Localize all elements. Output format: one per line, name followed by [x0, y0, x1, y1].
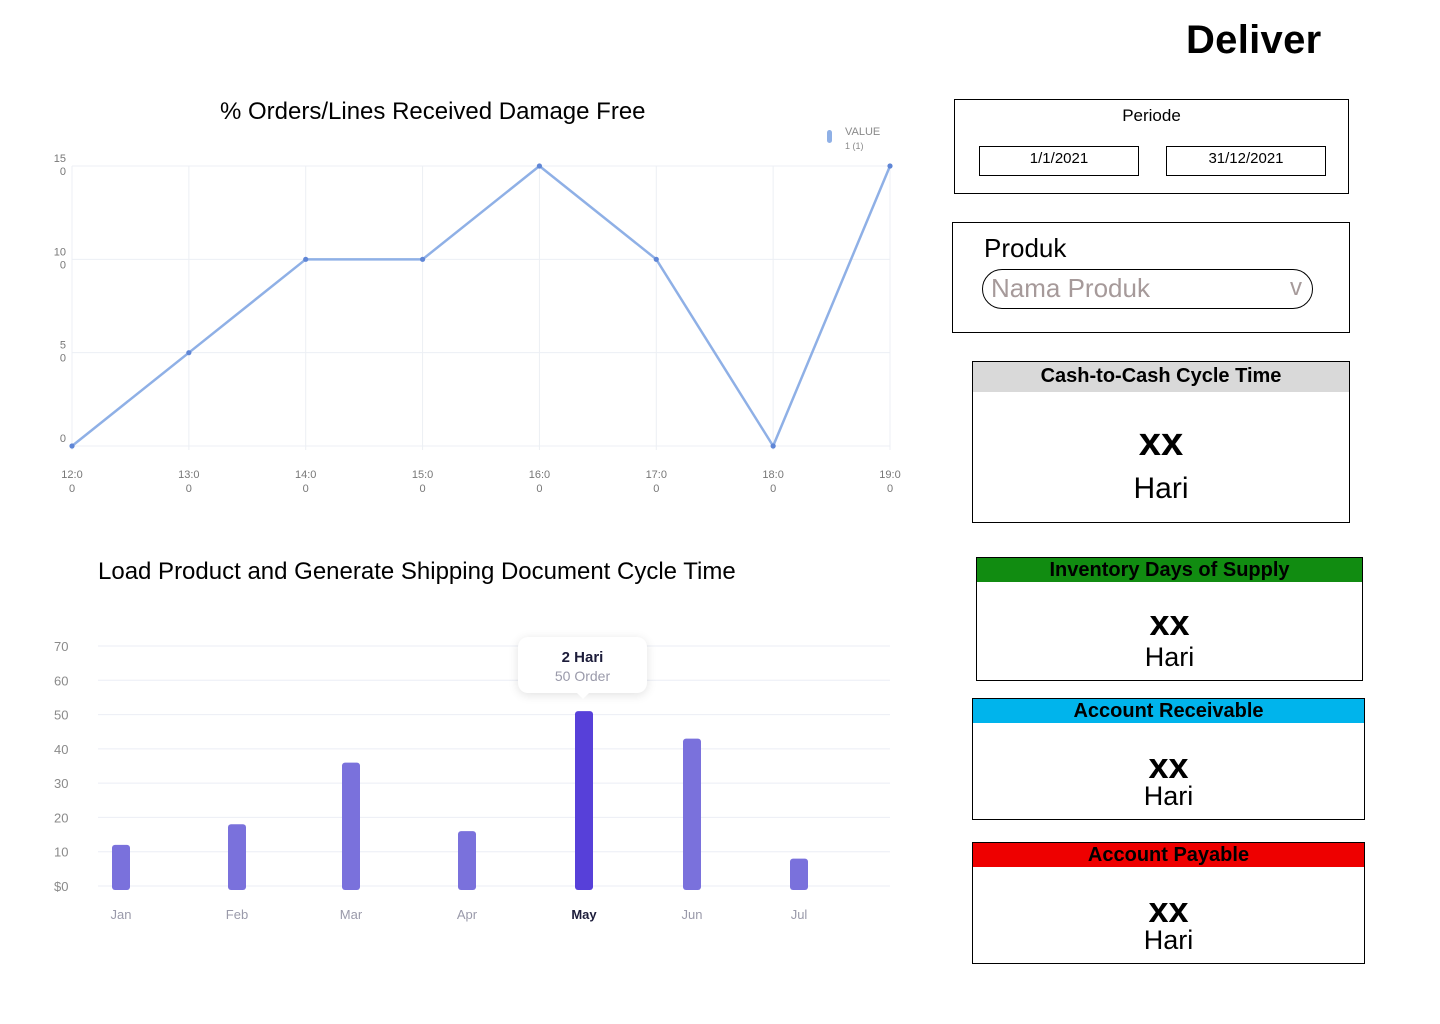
line-legend-marker: [827, 130, 832, 143]
bar-y-tick-label: 30: [54, 776, 68, 791]
line-legend-sub: 1 (1): [845, 141, 864, 151]
line-x-tick-label: 0: [420, 483, 426, 495]
line-x-tick-label: 0: [653, 483, 659, 495]
tooltip-value: 2 Hari: [561, 649, 604, 666]
metric-value: xx: [1149, 602, 1190, 643]
line-x-tick-label: 17:0: [646, 469, 667, 481]
metric-title: Account Payable: [973, 843, 1364, 867]
line-point: [186, 350, 192, 356]
bar-y-tick-label: 20: [54, 810, 68, 825]
bar-jul: [790, 858, 808, 890]
start-date-field[interactable]: 1/1/2021: [979, 146, 1139, 176]
line-chart: 05010015012:0013:0014:0015:0016:0017:001…: [54, 126, 901, 495]
metric-card-account-receivable: Account Receivable xx Hari: [972, 698, 1365, 820]
bar-x-tick-label: May: [571, 907, 597, 922]
metric-unit: Hari: [1133, 472, 1189, 505]
bar-x-tick-label: Jan: [111, 907, 132, 922]
line-point: [887, 163, 893, 169]
line-series-value: [71, 164, 892, 449]
line-x-tick-label: 16:0: [529, 469, 550, 481]
bar-mar: [342, 762, 360, 890]
bar-y-tick-label: 70: [54, 639, 68, 654]
metric-unit: Hari: [1143, 781, 1194, 811]
bar-apr: [458, 831, 476, 890]
line-point: [419, 256, 426, 262]
line-x-tick-label: 12:0: [61, 469, 82, 481]
bar-x-tick-label: Jun: [682, 907, 703, 922]
periode-filter: Periode 1/1/2021 31/12/2021: [954, 99, 1349, 194]
bar-jun: [683, 738, 701, 890]
metric-unit: Hari: [1144, 642, 1195, 672]
line-x-tick-label: 0: [303, 483, 309, 495]
bar-y-tick-label: 40: [54, 742, 68, 757]
metric-unit: Hari: [1143, 925, 1194, 955]
chevron-down-icon: v: [1290, 274, 1302, 301]
bar-y-tick-label: 60: [54, 673, 68, 688]
line-y-tick-label: 15: [54, 153, 66, 165]
metric-title: Cash-to-Cash Cycle Time: [973, 362, 1349, 392]
metric-card-cash-to-cash: Cash-to-Cash Cycle Time xx Hari: [972, 361, 1350, 523]
metric-value: xx: [1138, 420, 1184, 464]
bar-y-tick-label: 10: [54, 845, 68, 860]
end-date-field[interactable]: 31/12/2021: [1166, 146, 1326, 176]
line-x-tick-label: 0: [770, 483, 776, 495]
tooltip-detail: 50 Order: [554, 668, 611, 684]
bar-chart-title: Load Product and Generate Shipping Docum…: [98, 558, 736, 585]
line-x-tick-label: 0: [536, 483, 542, 495]
line-x-tick-label: 15:0: [412, 469, 433, 481]
produk-filter: Produk Nama Produk v: [952, 222, 1350, 333]
line-y-tick-label: 10: [54, 246, 66, 258]
produk-placeholder: Nama Produk: [991, 273, 1150, 303]
bar-feb: [228, 824, 246, 890]
bar-may: [575, 711, 593, 890]
metric-card-account-payable: Account Payable xx Hari: [972, 842, 1365, 964]
line-x-tick-label: 18:0: [762, 469, 783, 481]
page-title: Deliver: [1186, 18, 1322, 62]
line-point: [536, 163, 543, 169]
line-x-tick-label: 14:0: [295, 469, 316, 481]
line-x-tick-label: 0: [887, 483, 893, 495]
bar-x-tick-label: Apr: [457, 907, 478, 922]
line-x-tick-label: 0: [186, 483, 192, 495]
line-y-tick-label: 0: [60, 166, 66, 178]
produk-label: Produk: [984, 233, 1067, 263]
periode-label: Periode: [1122, 106, 1181, 125]
line-x-tick-label: 0: [69, 483, 75, 495]
bar-tooltip: 2 Hari 50 Order: [518, 637, 647, 699]
line-legend-label: VALUE: [845, 126, 880, 138]
bar-y-tick-label: 50: [54, 708, 68, 723]
line-x-tick-label: 13:0: [178, 469, 199, 481]
line-x-tick-label: 19:0: [879, 469, 900, 481]
line-y-tick-label: 5: [60, 340, 66, 352]
line-point: [69, 443, 75, 449]
line-point: [770, 443, 776, 449]
produk-select[interactable]: Nama Produk v: [982, 269, 1313, 309]
line-point: [653, 256, 659, 262]
bar-x-tick-label: Jul: [791, 907, 808, 922]
line-y-tick-label: 0: [60, 259, 66, 271]
bar-x-tick-label: Feb: [226, 907, 248, 922]
metric-title: Account Receivable: [973, 699, 1364, 723]
metric-title: Inventory Days of Supply: [977, 558, 1362, 582]
bar-y-tick-label: $0: [54, 879, 68, 894]
metric-card-inventory-days: Inventory Days of Supply xx Hari: [976, 557, 1363, 681]
bar-chart: $0 10 20 30 40 50 60 70 Jan Feb Mar Apr May Jun Jul: [54, 639, 890, 922]
line-y-tick-label: 0: [60, 353, 66, 365]
bar-x-tick-label: Mar: [340, 907, 363, 922]
bar-jan: [112, 844, 130, 890]
line-y-tick-label: 0: [60, 433, 66, 445]
line-point: [303, 256, 309, 262]
